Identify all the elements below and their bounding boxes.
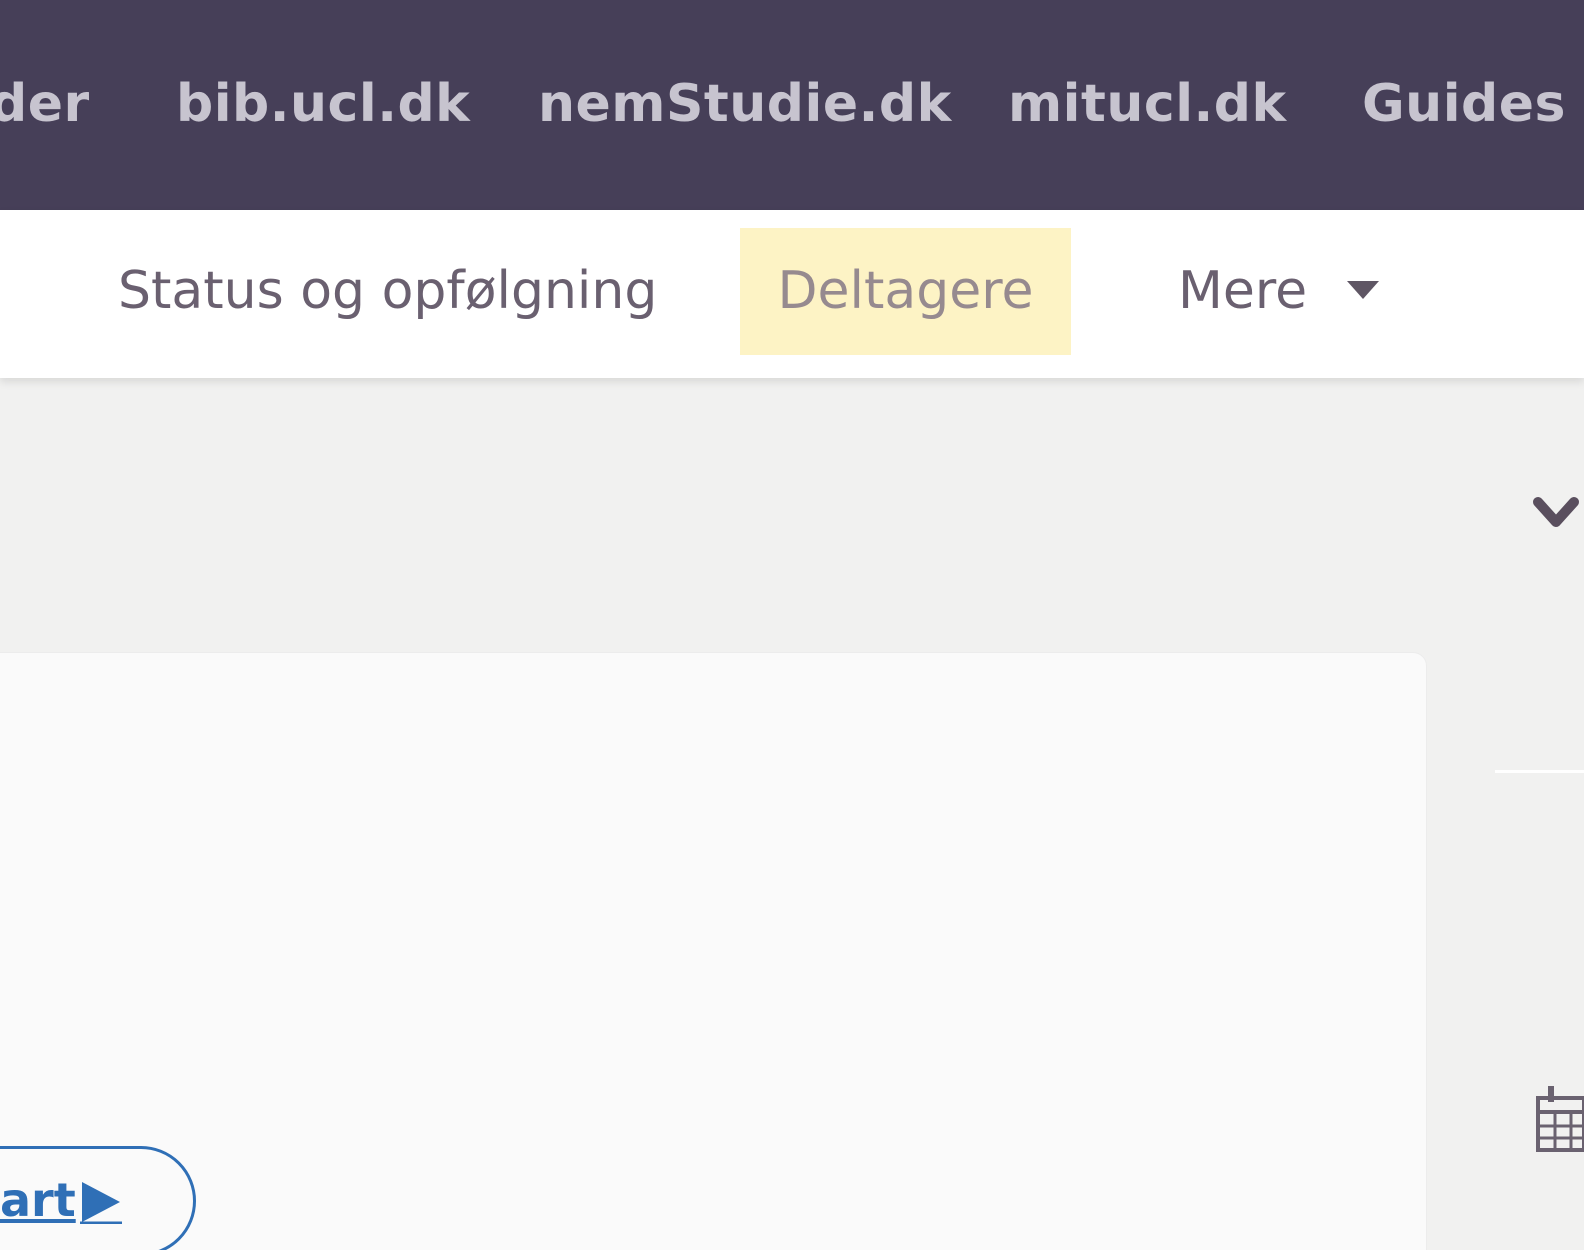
page: der bib.ucl.dk nemStudie.dk mitucl.dk Gu… [0,0,1584,1250]
caret-down-icon [1347,281,1380,299]
start-button-label[interactable]: art [0,1170,76,1230]
chevron-down-icon[interactable] [1532,494,1584,534]
tab-mere-label: Mere [1178,261,1308,321]
calendar-icon[interactable] [1535,1084,1584,1154]
tab-deltagere[interactable]: Deltagere [740,228,1071,355]
play-icon [80,1182,122,1224]
top-nav-link-guides[interactable]: Guides [1362,68,1566,140]
top-nav-link-bib[interactable]: bib.ucl.dk [176,68,470,140]
course-nav: Status og opfølgning Deltagere Mere [0,210,1584,378]
tab-status-label: Status og opfølgning [118,261,658,321]
tab-status[interactable]: Status og opfølgning [118,228,657,355]
top-nav-link-partial[interactable]: der [0,68,90,140]
top-nav-link-nemstudie[interactable]: nemStudie.dk [538,68,952,140]
content-card [0,652,1427,1250]
side-divider [1495,770,1584,773]
tab-deltagere-label: Deltagere [777,261,1034,321]
tab-mere[interactable]: Mere [1178,228,1398,355]
top-nav-bar: der bib.ucl.dk nemStudie.dk mitucl.dk Gu… [0,0,1584,210]
top-nav-link-mitucl[interactable]: mitucl.dk [1008,68,1287,140]
